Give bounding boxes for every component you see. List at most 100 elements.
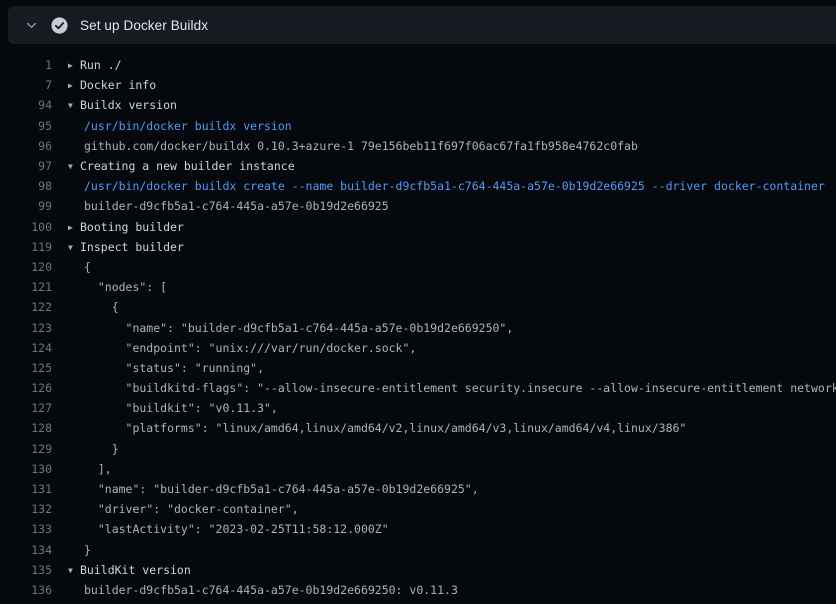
group-toggle-icon[interactable]: ▶ xyxy=(68,81,80,90)
line-text: } xyxy=(84,543,91,557)
line-text[interactable]: Booting builder xyxy=(80,220,184,234)
line-text: github.com/docker/buildx 0.10.3+azure-1 … xyxy=(84,139,638,153)
line-number[interactable]: 128 xyxy=(0,421,52,435)
chevron-down-icon[interactable] xyxy=(22,19,40,32)
line-content: "status": "running", xyxy=(68,361,264,375)
line-content: { xyxy=(68,260,91,274)
line-number[interactable]: 7 xyxy=(0,78,52,92)
line-number[interactable]: 130 xyxy=(0,462,52,476)
line-number[interactable]: 98 xyxy=(0,179,52,193)
line-number[interactable]: 123 xyxy=(0,321,52,335)
line-text: "platforms": "linux/amd64,linux/amd64/v2… xyxy=(84,421,686,435)
line-text: } xyxy=(84,442,119,456)
line-text: "endpoint": "unix:///var/run/docker.sock… xyxy=(84,341,416,355)
line-number[interactable]: 125 xyxy=(0,361,52,375)
group-toggle-icon[interactable]: ▶ xyxy=(68,223,80,232)
line-text[interactable]: Inspect builder xyxy=(80,240,184,254)
line-text[interactable]: BuildKit version xyxy=(80,563,191,577)
line-number[interactable]: 121 xyxy=(0,280,52,294)
line-number[interactable]: 96 xyxy=(0,139,52,153)
log-line: 119 ▼Inspect builder xyxy=(0,237,836,257)
line-number[interactable]: 99 xyxy=(0,199,52,213)
line-number[interactable]: 132 xyxy=(0,502,52,516)
line-content: ▼Inspect builder xyxy=(68,240,184,254)
log-line: 99 builder-d9cfb5a1-c764-445a-a57e-0b19d… xyxy=(0,196,836,216)
log-line: 100 ▶Booting builder xyxy=(0,217,836,237)
log-line: 94 ▼Buildx version xyxy=(0,95,836,115)
line-number[interactable]: 1 xyxy=(0,58,52,72)
line-content: builder-d9cfb5a1-c764-445a-a57e-0b19d2e6… xyxy=(68,583,458,597)
log-line: 95 /usr/bin/docker buildx version xyxy=(0,116,836,136)
log-line: 1 ▶Run ./ xyxy=(0,55,836,75)
log-line: 133 "lastActivity": "2023-02-25T11:58:12… xyxy=(0,519,836,539)
line-content: "driver": "docker-container", xyxy=(68,502,299,516)
line-text: "name": "builder-d9cfb5a1-c764-445a-a57e… xyxy=(84,321,513,335)
line-text: "driver": "docker-container", xyxy=(84,502,299,516)
log-line: 130 ], xyxy=(0,459,836,479)
line-text: "buildkit": "v0.11.3", xyxy=(84,401,278,415)
log-line: 123 "name": "builder-d9cfb5a1-c764-445a-… xyxy=(0,317,836,337)
line-number[interactable]: 129 xyxy=(0,442,52,456)
log-line: 134 } xyxy=(0,540,836,560)
line-number[interactable]: 97 xyxy=(0,159,52,173)
step-header[interactable]: Set up Docker Buildx xyxy=(8,6,836,44)
log-line: 120 { xyxy=(0,257,836,277)
line-number[interactable]: 135 xyxy=(0,563,52,577)
line-content: } xyxy=(68,442,119,456)
group-toggle-icon[interactable]: ▶ xyxy=(68,61,80,70)
group-toggle-icon[interactable]: ▼ xyxy=(68,162,80,171)
group-toggle-icon[interactable]: ▼ xyxy=(68,566,80,575)
line-number[interactable]: 126 xyxy=(0,381,52,395)
line-text: /usr/bin/docker buildx create --name bui… xyxy=(84,179,825,193)
line-text: "nodes": [ xyxy=(84,280,167,294)
check-circle-icon xyxy=(50,17,68,34)
line-content: builder-d9cfb5a1-c764-445a-a57e-0b19d2e6… xyxy=(68,199,389,213)
line-content: ], xyxy=(68,462,112,476)
line-text: builder-d9cfb5a1-c764-445a-a57e-0b19d2e6… xyxy=(84,199,389,213)
group-toggle-icon[interactable]: ▼ xyxy=(68,243,80,252)
log-line: 132 "driver": "docker-container", xyxy=(0,499,836,519)
line-number[interactable]: 131 xyxy=(0,482,52,496)
line-content: "lastActivity": "2023-02-25T11:58:12.000… xyxy=(68,522,389,536)
line-number[interactable]: 127 xyxy=(0,401,52,415)
line-number[interactable]: 124 xyxy=(0,341,52,355)
line-text[interactable]: Buildx version xyxy=(80,98,177,112)
line-content: /usr/bin/docker buildx version xyxy=(68,119,292,133)
line-content: "buildkit": "v0.11.3", xyxy=(68,401,278,415)
line-text: "name": "builder-d9cfb5a1-c764-445a-a57e… xyxy=(84,482,479,496)
group-toggle-icon[interactable]: ▼ xyxy=(68,101,80,110)
log-line: 129 } xyxy=(0,439,836,459)
line-number[interactable]: 133 xyxy=(0,522,52,536)
line-content: /usr/bin/docker buildx create --name bui… xyxy=(68,179,825,193)
line-content: github.com/docker/buildx 0.10.3+azure-1 … xyxy=(68,139,638,153)
line-text: "lastActivity": "2023-02-25T11:58:12.000… xyxy=(84,522,389,536)
line-number[interactable]: 100 xyxy=(0,220,52,234)
log-line: 136 builder-d9cfb5a1-c764-445a-a57e-0b19… xyxy=(0,580,836,600)
step-title: Set up Docker Buildx xyxy=(80,18,208,33)
line-number[interactable]: 120 xyxy=(0,260,52,274)
line-number[interactable]: 122 xyxy=(0,300,52,314)
line-content: ▶Docker info xyxy=(68,78,156,92)
line-number[interactable]: 119 xyxy=(0,240,52,254)
line-text[interactable]: Docker info xyxy=(80,78,156,92)
line-number[interactable]: 136 xyxy=(0,583,52,597)
line-content: { xyxy=(68,300,119,314)
log-line: 121 "nodes": [ xyxy=(0,277,836,297)
line-number[interactable]: 95 xyxy=(0,119,52,133)
line-text[interactable]: Creating a new builder instance xyxy=(80,159,295,173)
line-text: /usr/bin/docker buildx version xyxy=(84,119,292,133)
line-text: { xyxy=(84,260,91,274)
line-content: ▼Buildx version xyxy=(68,98,177,112)
log-line: 131 "name": "builder-d9cfb5a1-c764-445a-… xyxy=(0,479,836,499)
line-content: "buildkitd-flags": "--allow-insecure-ent… xyxy=(68,381,836,395)
line-text[interactable]: Run ./ xyxy=(80,58,122,72)
log-line: 7 ▶Docker info xyxy=(0,75,836,95)
line-content: "endpoint": "unix:///var/run/docker.sock… xyxy=(68,341,416,355)
line-content: ▶Run ./ xyxy=(68,58,122,72)
line-content: ▶Booting builder xyxy=(68,220,184,234)
line-number[interactable]: 94 xyxy=(0,98,52,112)
line-content: "name": "builder-d9cfb5a1-c764-445a-a57e… xyxy=(68,321,513,335)
line-number[interactable]: 134 xyxy=(0,543,52,557)
line-content: "nodes": [ xyxy=(68,280,167,294)
log-line: 98 /usr/bin/docker buildx create --name … xyxy=(0,176,836,196)
